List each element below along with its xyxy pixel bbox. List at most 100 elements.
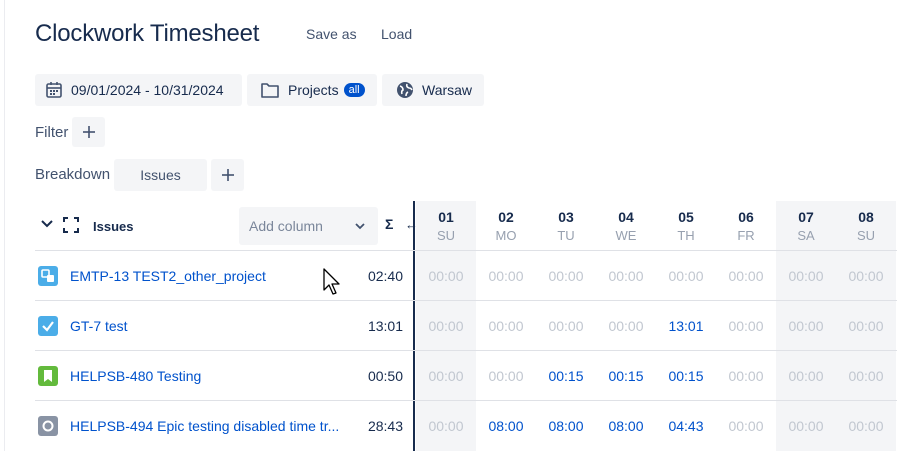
day-number: 07	[798, 209, 814, 225]
table-row: GT-7 test 13:01 00:00 00:00 00:00 00:00 13:01 0…	[35, 301, 897, 351]
page-title: Clockwork Timesheet	[35, 20, 260, 47]
timezone-label: Warsaw	[422, 82, 473, 98]
time-cell[interactable]: 00:00	[596, 318, 656, 334]
breakdown-label: Breakdown	[35, 166, 111, 183]
issue-total: 13:01	[367, 318, 403, 334]
timesheet-grid: Issues Add column Σ ↔ 01 SU 02 MO 03 TU 04 WE 05…	[35, 201, 897, 451]
table-row: HELPSB-494 Epic testing disabled time tr…	[35, 401, 897, 451]
folder-icon	[261, 83, 279, 98]
table-row: EMTP-13 TEST2_other_project 02:40 00:00 00:…	[35, 251, 897, 301]
time-cell[interactable]: 08:00	[536, 418, 596, 434]
day-weekday: SU	[856, 228, 876, 243]
issue-link[interactable]: HELPSB-480 Testing	[70, 368, 201, 384]
time-cell[interactable]: 08:00	[596, 418, 656, 434]
day-header: 06 FR	[716, 201, 776, 250]
time-cell[interactable]: 04:43	[656, 418, 716, 434]
filter-label: Filter	[35, 124, 69, 141]
time-cell[interactable]: 00:00	[416, 318, 476, 334]
day-header: 02 MO	[476, 201, 536, 250]
day-weekday: SU	[436, 228, 456, 243]
load-link[interactable]: Load	[381, 26, 412, 42]
breakdown-issues-chip[interactable]: Issues	[114, 159, 207, 191]
table-row: HELPSB-480 Testing 00:50 00:00 00:00 00:15 00…	[35, 351, 897, 401]
issue-total: 00:50	[367, 368, 403, 384]
day-weekday: FR	[737, 228, 755, 243]
time-cell[interactable]: 00:00	[476, 368, 536, 384]
add-column-placeholder: Add column	[249, 218, 323, 234]
time-cell[interactable]: 00:15	[596, 368, 656, 384]
issue-link[interactable]: HELPSB-494 Epic testing disabled time tr…	[70, 418, 339, 434]
time-cell[interactable]: 00:15	[536, 368, 596, 384]
day-header: 05 TH	[656, 201, 716, 250]
issue-link[interactable]: EMTP-13 TEST2_other_project	[70, 268, 266, 284]
day-header: 08 SU	[836, 201, 896, 250]
save-as-link[interactable]: Save as	[306, 26, 357, 42]
time-cell[interactable]: 00:00	[416, 268, 476, 284]
globe-icon	[397, 82, 413, 98]
time-cell[interactable]: 00:00	[476, 318, 536, 334]
projects-label: Projects	[288, 82, 339, 98]
day-weekday: TH	[677, 228, 695, 243]
day-number: 02	[498, 209, 514, 225]
day-header: 03 TU	[536, 201, 596, 250]
time-cell[interactable]: 00:00	[536, 268, 596, 284]
issue-total: 02:40	[367, 268, 403, 284]
add-column-select[interactable]: Add column	[239, 207, 378, 245]
time-cell[interactable]: 08:00	[476, 418, 536, 434]
projects-badge: all	[343, 83, 365, 97]
add-breakdown-button[interactable]	[211, 159, 244, 191]
time-cell[interactable]: 00:00	[596, 268, 656, 284]
time-cell[interactable]: 00:00	[476, 268, 536, 284]
time-cell[interactable]: 00:00	[776, 318, 836, 334]
day-weekday: MO	[495, 228, 517, 243]
time-cell[interactable]: 13:01	[656, 318, 716, 334]
time-cell[interactable]: 00:15	[656, 368, 716, 384]
left-border	[4, 0, 5, 451]
subtask-icon	[38, 266, 58, 286]
day-number: 05	[678, 209, 694, 225]
day-weekday: WE	[615, 228, 637, 243]
calendar-icon	[46, 82, 62, 98]
time-cell[interactable]: 00:00	[776, 418, 836, 434]
day-header: 01 SU	[416, 201, 476, 250]
time-cell[interactable]: 00:00	[716, 318, 776, 334]
date-range-picker[interactable]: 09/01/2024 - 10/31/2024	[35, 74, 242, 106]
issue-total: 28:43	[367, 418, 403, 434]
day-number: 04	[618, 209, 634, 225]
time-cell[interactable]: 00:00	[416, 368, 476, 384]
time-cell[interactable]: 00:00	[836, 318, 896, 334]
day-header: 04 WE	[596, 201, 656, 250]
day-number: 01	[438, 209, 454, 225]
add-filter-button[interactable]	[72, 117, 105, 147]
time-cell[interactable]: 00:00	[716, 418, 776, 434]
day-weekday: SA	[797, 228, 815, 243]
time-cell[interactable]: 00:00	[416, 418, 476, 434]
epic-disabled-icon	[38, 416, 58, 436]
date-range-label: 09/01/2024 - 10/31/2024	[71, 82, 224, 98]
day-header: 07 SA	[776, 201, 836, 250]
time-cell[interactable]: 00:00	[836, 368, 896, 384]
story-icon	[38, 366, 58, 386]
time-cell[interactable]: 00:00	[656, 268, 716, 284]
time-cell[interactable]: 00:00	[716, 368, 776, 384]
timezone-selector[interactable]: Warsaw	[382, 74, 484, 106]
day-number: 06	[738, 209, 754, 225]
time-cell[interactable]: 00:00	[716, 268, 776, 284]
expand-icon[interactable]	[62, 216, 80, 234]
issue-link[interactable]: GT-7 test	[70, 318, 128, 334]
issues-column-header: Issues	[93, 219, 134, 234]
time-cell[interactable]: 00:00	[836, 268, 896, 284]
projects-filter[interactable]: Projects all	[247, 74, 377, 106]
day-number: 03	[558, 209, 574, 225]
day-number: 08	[858, 209, 874, 225]
task-icon	[38, 316, 58, 336]
plus-icon	[221, 169, 234, 181]
chevron-down-icon	[355, 223, 365, 230]
collapse-chevron-icon[interactable]	[40, 217, 54, 231]
time-cell[interactable]: 00:00	[776, 368, 836, 384]
time-cell[interactable]: 00:00	[536, 318, 596, 334]
time-cell[interactable]: 00:00	[776, 268, 836, 284]
sum-header: Σ	[385, 216, 394, 232]
time-cell[interactable]: 00:00	[836, 418, 896, 434]
day-weekday: TU	[557, 228, 575, 243]
